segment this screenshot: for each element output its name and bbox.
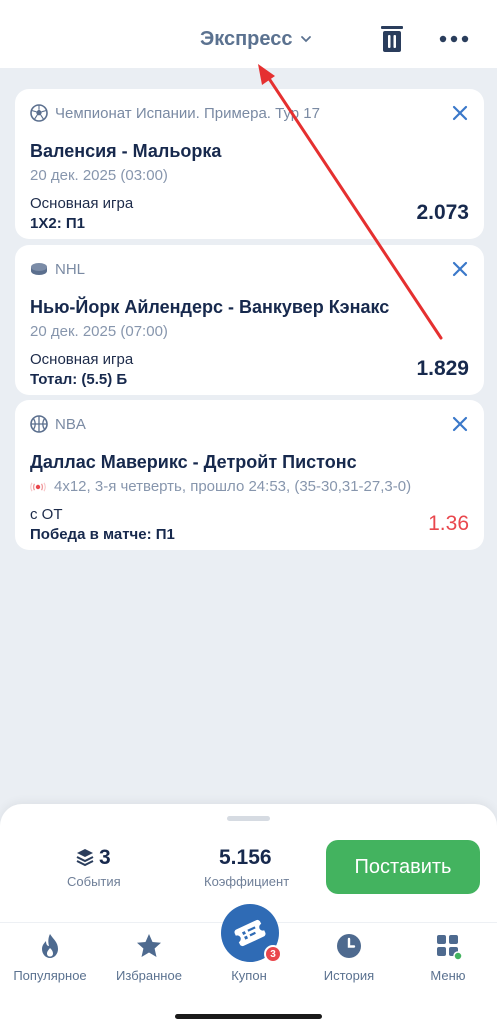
- nav-menu[interactable]: Меню: [398, 928, 497, 988]
- league-name: NHL: [55, 260, 86, 278]
- bet-card[interactable]: Чемпионат Испании. Примера. Тур 17 Вален…: [15, 89, 484, 239]
- stack-icon: [76, 849, 94, 867]
- bet-card[interactable]: NBA Даллас Маверикс - Детройт Пистонс 4х…: [15, 400, 484, 550]
- nav-coupon[interactable]: Купон: [199, 928, 299, 988]
- coefficient-label: Коэффициент: [204, 874, 290, 889]
- bet-slip-summary: 3 События 5.156 Коэффициент Поставить По…: [0, 804, 497, 1024]
- basketball-icon: [30, 415, 48, 433]
- events-count: 3: [99, 846, 111, 869]
- place-bet-button[interactable]: Поставить: [326, 840, 480, 894]
- match-title: Нью-Йорк Айлендерс - Ванкувер Кэнакс: [30, 297, 390, 317]
- league-name: NBA: [55, 415, 86, 433]
- close-icon[interactable]: [450, 414, 470, 434]
- nav-label: Избранное: [116, 968, 182, 983]
- market-name: Основная игра: [30, 195, 134, 212]
- nav-label: Популярное: [13, 968, 87, 983]
- top-bar: Экспресс: [0, 0, 497, 68]
- grid-icon: [437, 935, 462, 960]
- close-icon[interactable]: [450, 103, 470, 123]
- nav-label: История: [323, 968, 375, 983]
- bet-type-selector[interactable]: Экспресс: [200, 26, 313, 52]
- match-date: 20 дек. 2025 (03:00): [30, 167, 168, 184]
- nav-label: Меню: [430, 968, 466, 983]
- selection: Победа в матче: П1: [30, 526, 175, 543]
- star-icon: [137, 934, 161, 957]
- close-icon[interactable]: [450, 259, 470, 279]
- bet-card[interactable]: NHL Нью-Йорк Айлендерс - Ванкувер Кэнакс…: [15, 245, 484, 395]
- nav-history[interactable]: История: [299, 928, 399, 988]
- odds-value: 1.829: [416, 357, 469, 380]
- home-indicator: [175, 1014, 322, 1019]
- events-label: События: [67, 874, 121, 889]
- selection: Тотал: (5.5) Б: [30, 371, 128, 388]
- match-title: Даллас Маверикс - Детройт Пистонс: [30, 452, 357, 472]
- odds-value: 2.073: [416, 201, 469, 224]
- nav-label: Купон: [231, 968, 267, 983]
- chevron-down-icon: [300, 36, 311, 43]
- trash-icon[interactable]: [380, 25, 404, 53]
- sheet-handle[interactable]: [227, 816, 270, 821]
- soccer-ball-icon: [30, 104, 48, 122]
- nav-popular[interactable]: Популярное: [0, 928, 100, 988]
- match-date: 20 дек. 2025 (07:00): [30, 323, 168, 340]
- live-status: 4х12, 3-я четверть, прошло 24:53, (35-30…: [54, 478, 412, 495]
- page-title: Экспресс: [200, 27, 293, 50]
- coefficient-value: 5.156: [219, 846, 272, 869]
- live-indicator-icon: [30, 482, 46, 491]
- clock-icon: [337, 934, 361, 958]
- selection: 1X2: П1: [30, 215, 85, 232]
- league-name: Чемпионат Испании. Примера. Тур 17: [55, 104, 320, 122]
- flame-icon: [42, 934, 58, 958]
- odds-value: 1.36: [428, 512, 469, 535]
- more-icon[interactable]: [438, 33, 470, 45]
- nav-favorites[interactable]: Избранное: [99, 928, 199, 988]
- hockey-puck-icon: [31, 263, 47, 275]
- market-name: с ОТ: [30, 506, 63, 523]
- market-name: Основная игра: [30, 351, 134, 368]
- match-title: Валенсия - Мальорка: [30, 141, 222, 161]
